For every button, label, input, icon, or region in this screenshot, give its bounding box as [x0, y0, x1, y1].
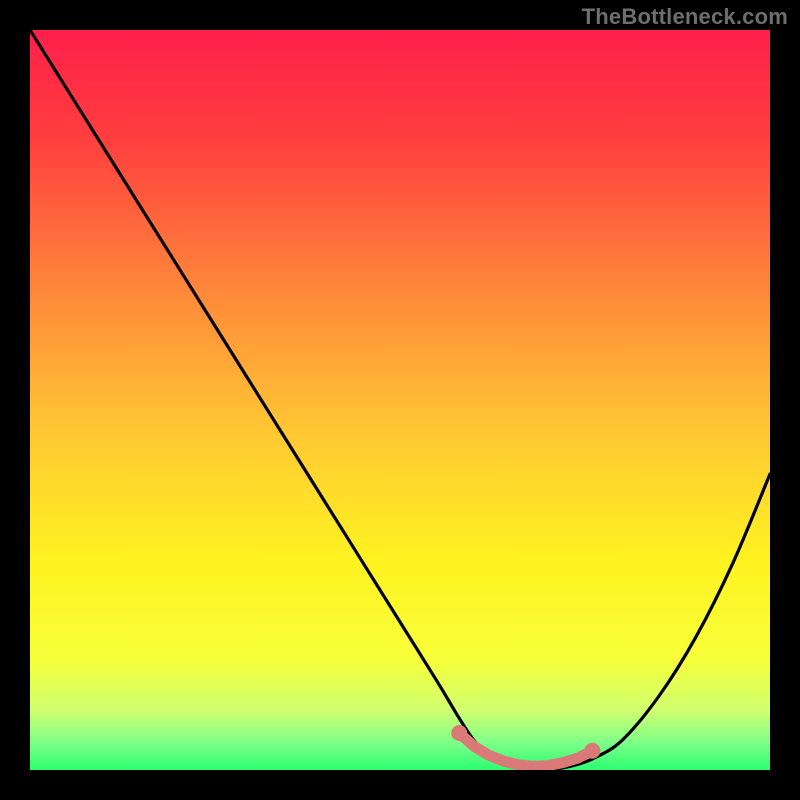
watermark-text: TheBottleneck.com: [582, 4, 788, 30]
optimal-range-band: [459, 733, 592, 766]
optimal-range-end-dot: [451, 725, 467, 741]
chart-frame: TheBottleneck.com: [0, 0, 800, 800]
optimal-range-markers: [451, 725, 600, 766]
bottleneck-curve: [30, 30, 770, 770]
curve-layer: [30, 30, 770, 770]
plot-area: [30, 30, 770, 770]
optimal-range-end-dot: [584, 743, 600, 759]
